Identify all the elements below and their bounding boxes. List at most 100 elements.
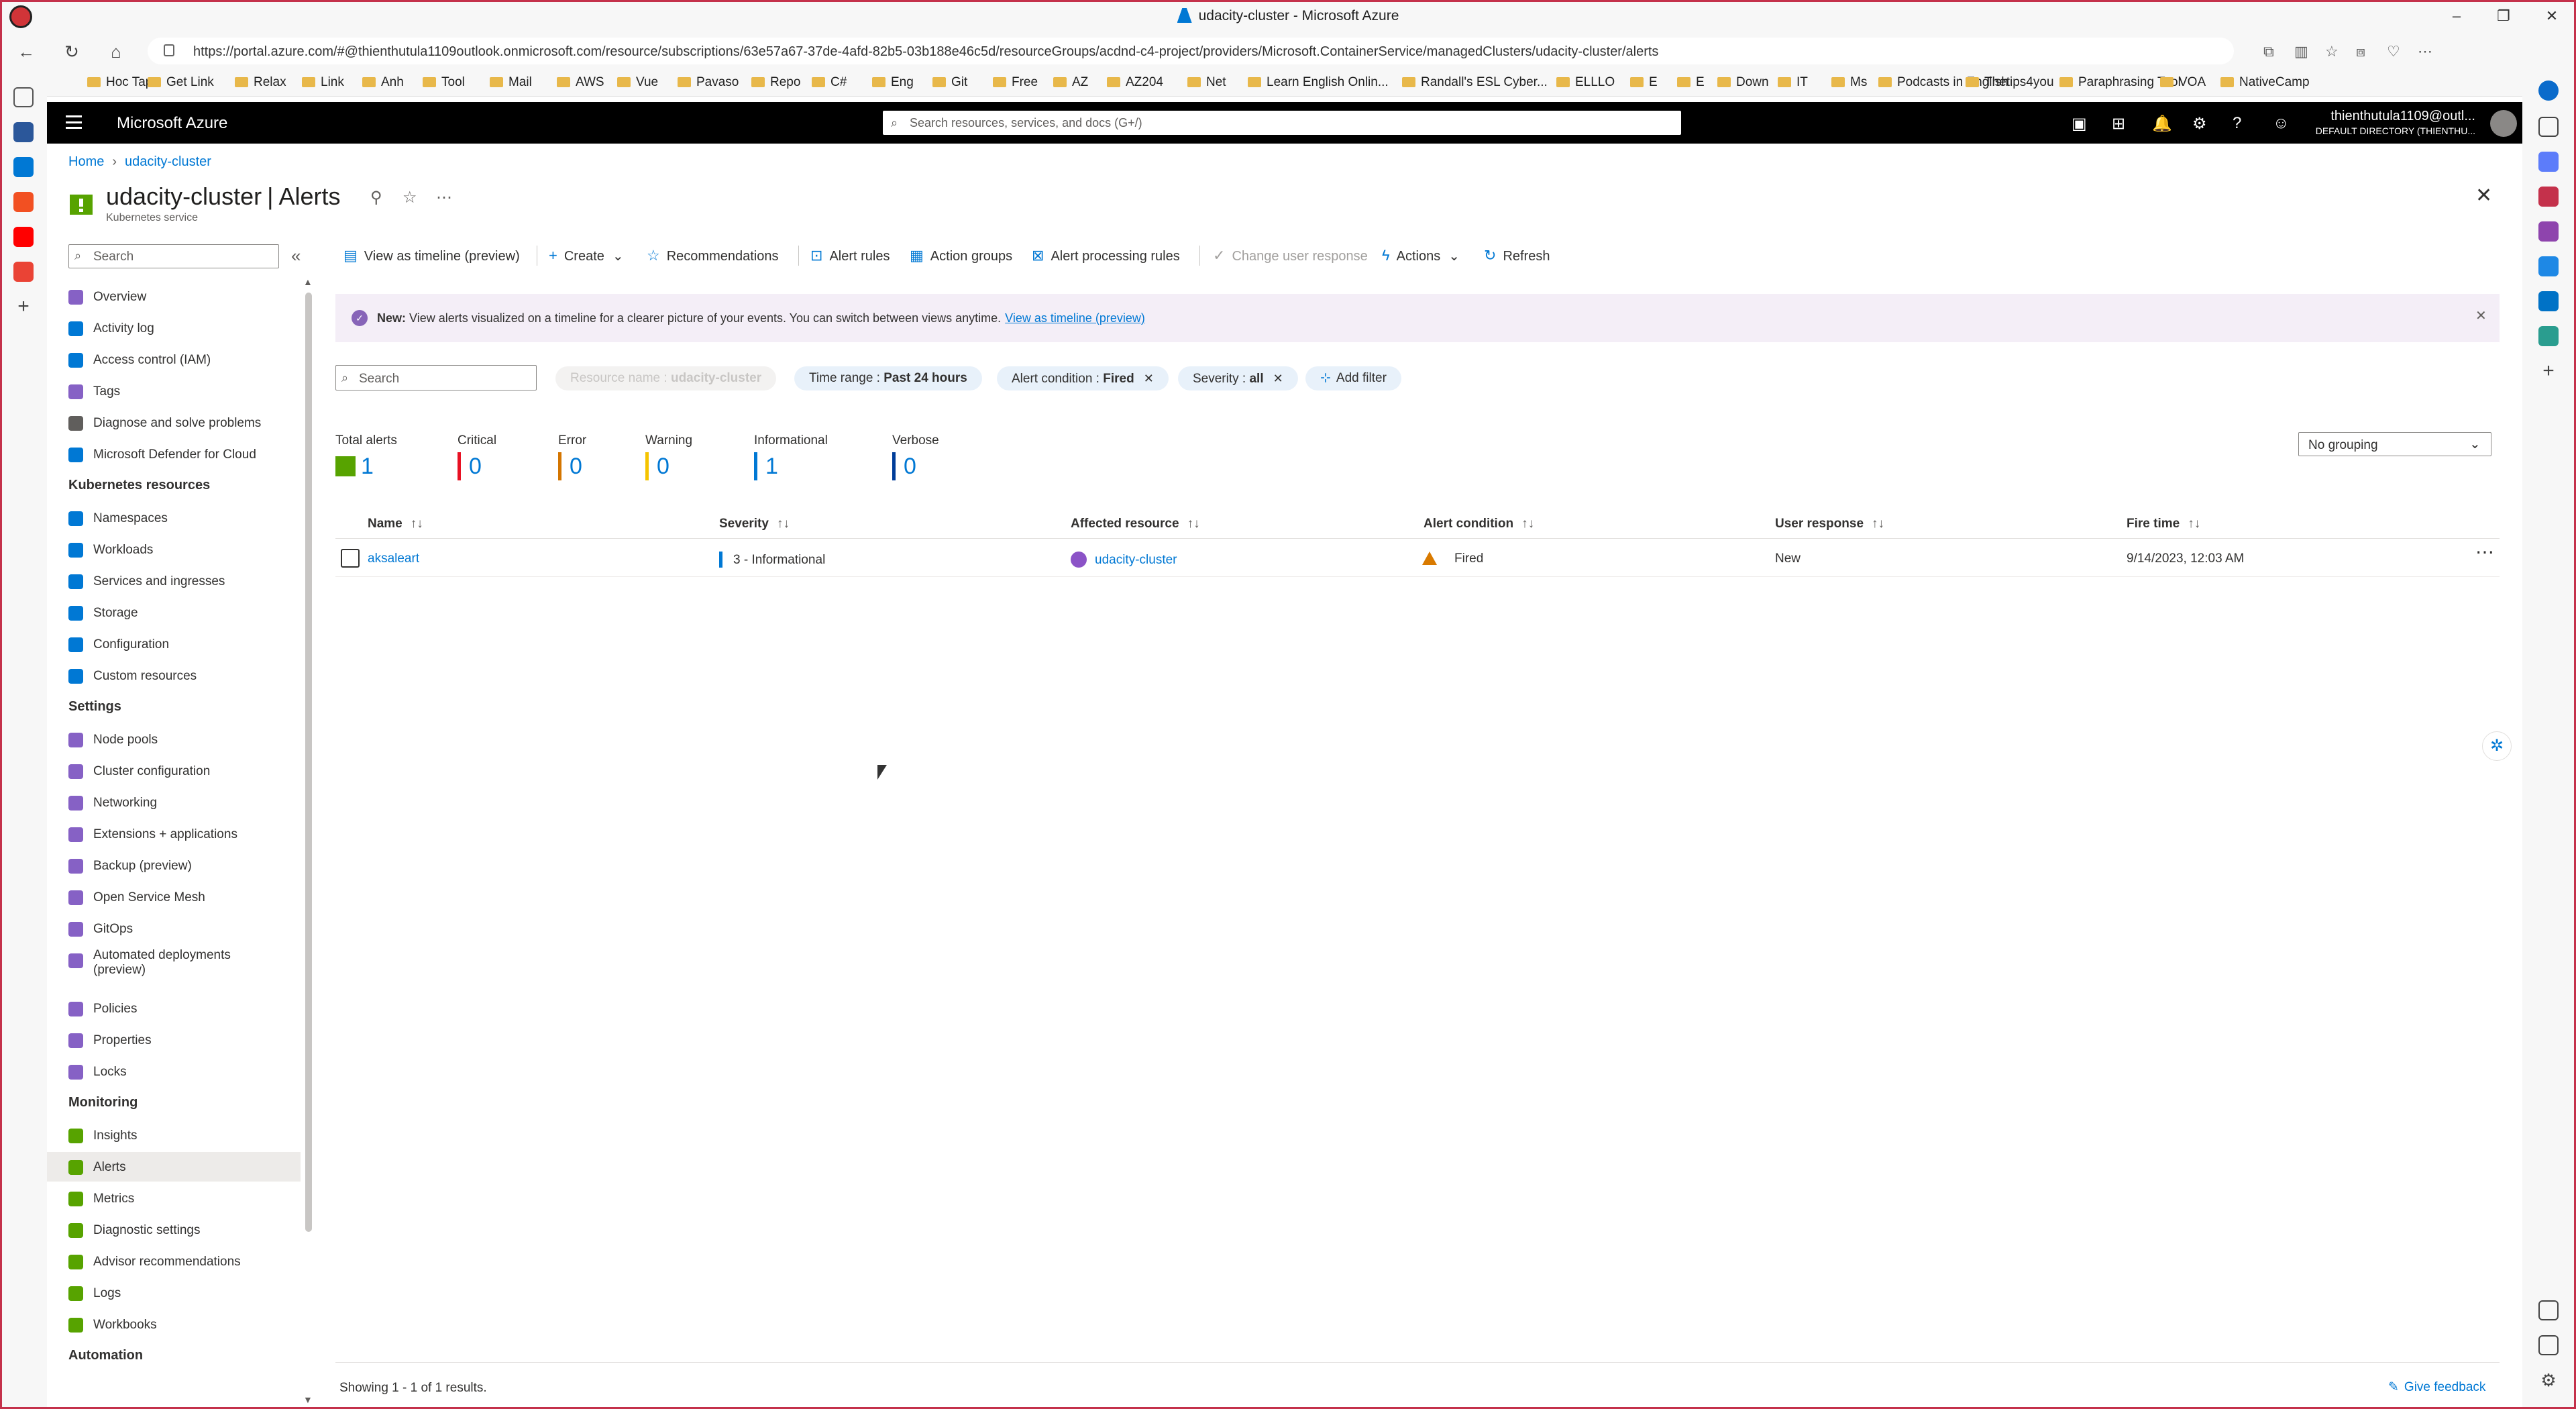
bookmark-item[interactable]: ELLLO [1556, 75, 1615, 90]
change-user-response-button[interactable]: ✓ Change user response [1213, 247, 1368, 264]
sidebar-item-configuration[interactable]: Configuration [47, 629, 301, 659]
alert-rules-button[interactable]: ⊡ Alert rules [810, 247, 890, 264]
cloud-shell-icon[interactable]: ▣ [2072, 114, 2087, 134]
remove-filter-icon[interactable]: ✕ [1273, 372, 1283, 385]
directory-filter-icon[interactable]: ⊞ [2112, 114, 2125, 134]
sidebar-item-namespaces[interactable]: Namespaces [47, 503, 301, 533]
sidebar-item-advisor-recommendations[interactable]: Advisor recommendations [47, 1247, 301, 1276]
tab-actions-icon[interactable] [13, 87, 34, 107]
bookmark-item[interactable]: AZ [1053, 75, 1088, 90]
sidebar-item-workloads[interactable]: Workloads [47, 535, 301, 564]
bookmark-item[interactable]: AWS [557, 75, 604, 90]
sidebar-item-automated-deployments-preview[interactable]: Automated deployments (preview) [47, 945, 301, 977]
bookmark-item[interactable]: Repo [751, 75, 800, 90]
copilot-icon[interactable]: ✲ [2482, 731, 2512, 761]
bookmark-item[interactable]: Anh [362, 75, 404, 90]
maximize-button[interactable]: ❐ [2490, 4, 2517, 28]
sidebar-item-node-pools[interactable]: Node pools [47, 725, 301, 754]
bookmark-item[interactable]: Thetips4you [1966, 75, 2054, 90]
total-alerts-summary[interactable]: Total alerts 1 [335, 433, 397, 480]
sidebar-item-microsoft-defender-for-cloud[interactable]: Microsoft Defender for Cloud [47, 439, 301, 469]
sidebar-item-metrics[interactable]: Metrics [47, 1184, 301, 1213]
informational-summary[interactable]: Informational 1 [754, 433, 828, 480]
outlook-icon[interactable] [2538, 291, 2559, 311]
home-icon[interactable]: ⌂ [105, 40, 127, 63]
tab-icon[interactable] [13, 122, 34, 142]
breadcrumb-resource[interactable]: udacity-cluster [125, 154, 211, 169]
bookmark-item[interactable]: Get Link [148, 75, 214, 90]
alert-name-link[interactable]: aksaleart [368, 552, 419, 566]
bookmark-item[interactable]: Git [932, 75, 967, 90]
hide-sidebar-icon[interactable] [2538, 1300, 2559, 1320]
row-more-options-icon[interactable]: ⋯ [2475, 541, 2496, 563]
column-header-user-response[interactable]: User response ↑↓ [1775, 517, 1884, 531]
bookmark-item[interactable]: Free [993, 75, 1038, 90]
bookmark-item[interactable]: AZ204 [1107, 75, 1163, 90]
nav-search-input[interactable]: ⌕ Search [68, 244, 279, 268]
column-header-name[interactable]: Name ↑↓ [368, 517, 423, 531]
m365-icon[interactable] [2538, 256, 2559, 276]
sidebar-item-locks[interactable]: Locks [47, 1057, 301, 1086]
breadcrumb-home[interactable]: Home [68, 154, 104, 169]
azure-brand[interactable]: Microsoft Azure [117, 114, 227, 133]
create-button[interactable]: + Create ⌄ [549, 247, 624, 264]
bookmark-item[interactable]: Down [1717, 75, 1769, 90]
sidebar-item-gitops[interactable]: GitOps [47, 914, 301, 943]
sidebar-item-alerts[interactable]: Alerts [47, 1152, 301, 1182]
feedback-icon[interactable]: ☺ [2273, 114, 2290, 133]
recommendations-button[interactable]: ☆ Recommendations [647, 247, 778, 264]
banner-timeline-link[interactable]: View as timeline (preview) [1005, 311, 1145, 325]
sidebar-item-properties[interactable]: Properties [47, 1025, 301, 1055]
collapse-nav-icon[interactable]: « [291, 246, 301, 266]
browser-essentials-icon[interactable]: ♡ [2387, 43, 2400, 60]
error-summary[interactable]: Error 0 [558, 433, 586, 480]
microsoft-tab-icon[interactable] [13, 192, 34, 212]
sidebar-item-overview[interactable]: Overview [47, 282, 301, 311]
sidebar-item-diagnose-and-solve-problems[interactable]: Diagnose and solve problems [47, 408, 301, 437]
more-options-icon[interactable]: ⋯ [436, 188, 452, 207]
bookmark-item[interactable]: Net [1187, 75, 1226, 90]
refresh-button[interactable]: ↻ Refresh [1484, 247, 1550, 264]
portal-menu-icon[interactable] [66, 115, 82, 129]
more-tools-icon[interactable]: ⋯ [2418, 43, 2432, 60]
search-sidebar-icon[interactable] [2538, 117, 2559, 137]
sidebar-item-open-service-mesh[interactable]: Open Service Mesh [47, 882, 301, 912]
sidebar-item-cluster-configuration[interactable]: Cluster configuration [47, 756, 301, 786]
grouping-dropdown[interactable]: No grouping ⌄ [2298, 432, 2491, 456]
back-icon[interactable]: ← [15, 40, 38, 63]
alert-processing-rules-button[interactable]: ⊠ Alert processing rules [1032, 247, 1180, 264]
dismiss-banner-icon[interactable]: ✕ [2475, 307, 2487, 324]
alert-condition-filter[interactable]: Alert condition : Fired ✕ [997, 366, 1169, 390]
address-bar[interactable]: https://portal.azure.com/#@thienthutula1… [148, 38, 2234, 64]
drop-icon[interactable] [2538, 326, 2559, 346]
severity-filter[interactable]: Severity : all ✕ [1178, 366, 1298, 390]
table-row[interactable]: aksaleart 3 - Informational udacity-clus… [335, 539, 2500, 577]
favorites-icon[interactable]: ☆ [2325, 43, 2339, 60]
games-icon[interactable] [2538, 221, 2559, 242]
bookmark-item[interactable]: Learn English Onlin... [1248, 75, 1389, 90]
youtube-tab-icon[interactable] [13, 227, 34, 247]
time-range-filter[interactable]: Time range : Past 24 hours [794, 366, 982, 390]
verbose-summary[interactable]: Verbose 0 [892, 433, 939, 480]
help-icon[interactable]: ? [2233, 114, 2241, 133]
open-external-icon[interactable] [2538, 1335, 2559, 1355]
gmail-tab-icon[interactable] [13, 262, 34, 282]
sidebar-item-insights[interactable]: Insights [47, 1120, 301, 1150]
bookmark-item[interactable]: Ms [1831, 75, 1867, 90]
view-timeline-button[interactable]: ▤ View as timeline (preview) [343, 247, 520, 264]
sidebar-settings-icon[interactable]: ⚙ [2538, 1370, 2559, 1390]
column-header-fire-time[interactable]: Fire time ↑↓ [2127, 517, 2200, 531]
account-menu[interactable]: thienthutula1109@outl... DEFAULT DIRECTO… [2314, 109, 2475, 136]
extensions-icon[interactable]: ⧉ [2263, 43, 2274, 60]
warning-summary[interactable]: Warning 0 [645, 433, 692, 480]
actions-button[interactable]: ϟ Actions ⌄ [1382, 247, 1460, 264]
sidebar-item-tags[interactable]: Tags [47, 376, 301, 406]
pin-icon[interactable]: ⚲ [370, 188, 382, 207]
bookmark-item[interactable]: Randall's ESL Cyber... [1402, 75, 1548, 90]
affected-resource-link[interactable]: udacity-cluster [1071, 552, 1177, 568]
bookmark-item[interactable]: Relax [235, 75, 286, 90]
scroll-down-icon[interactable]: ▼ [303, 1394, 313, 1405]
sidebar-item-storage[interactable]: Storage [47, 598, 301, 627]
sidebar-item-access-control-iam[interactable]: Access control (IAM) [47, 345, 301, 374]
azure-tab-icon[interactable] [13, 157, 34, 177]
